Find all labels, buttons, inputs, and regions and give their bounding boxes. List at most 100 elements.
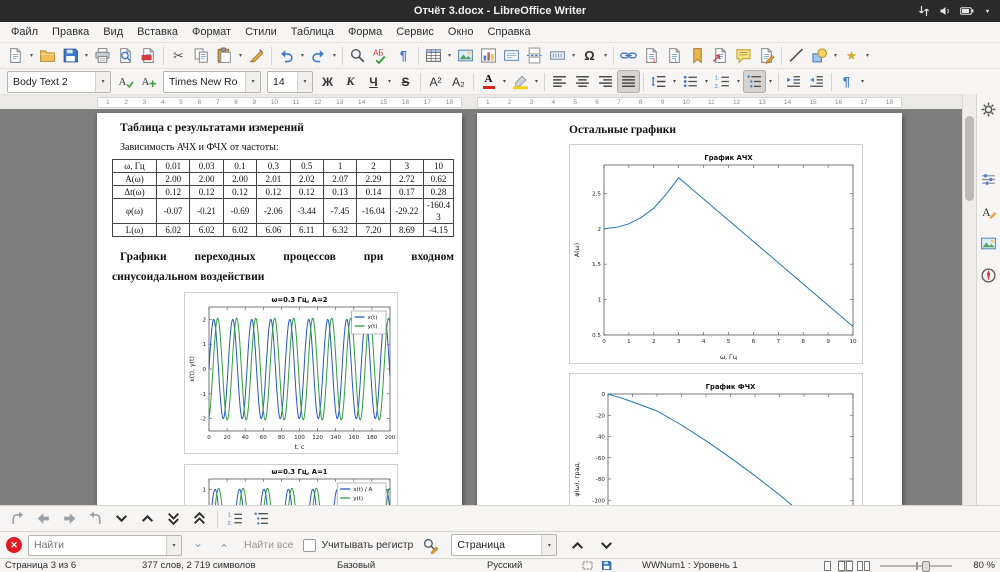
scrollbar-thumb[interactable] [965, 116, 974, 201]
highlight-color-button[interactable] [509, 70, 532, 93]
single-page-view-button[interactable] [820, 560, 835, 572]
cut-button[interactable]: ✂ [167, 44, 190, 67]
insert-field-button[interactable] [546, 44, 569, 67]
menu-item-7[interactable]: Таблица [284, 24, 341, 40]
table-cell[interactable]: -29.22 [390, 199, 423, 224]
chevron-down-icon[interactable] [983, 0, 992, 23]
table-cell[interactable]: -3.44 [290, 199, 323, 224]
styles-deck-icon[interactable] [979, 201, 999, 221]
footnote-button[interactable] [640, 44, 663, 67]
close-find-icon[interactable]: ✕ [6, 537, 22, 553]
page-down-icon[interactable] [162, 507, 185, 530]
formatting-marks-button[interactable]: ¶ [392, 44, 415, 67]
table-cell[interactable]: 2.01 [257, 173, 290, 186]
paragraph-style-dropdown-icon[interactable] [95, 72, 110, 92]
heading-graphs-line1[interactable]: Графики переходных процессов при входном [112, 247, 454, 267]
table-cell[interactable]: 0.13 [323, 186, 356, 199]
navigation-next-icon[interactable] [58, 507, 81, 530]
book-view-button[interactable] [856, 560, 871, 572]
highlight-dropdown-icon[interactable] [532, 70, 541, 93]
paste-dropdown-icon[interactable] [236, 44, 245, 67]
table-cell[interactable]: 2.00 [157, 173, 190, 186]
find-next-button[interactable] [188, 535, 208, 555]
battery-icon[interactable] [960, 6, 974, 16]
table-cell[interactable]: 0.1 [223, 160, 256, 173]
table-cell[interactable]: 0.62 [424, 173, 454, 186]
match-case-checkbox[interactable] [303, 539, 316, 552]
navigate-previous-page-icon[interactable] [566, 534, 589, 557]
search-history-dropdown-icon[interactable] [166, 536, 181, 555]
network-icon[interactable] [918, 5, 930, 17]
document-area[interactable]: Таблица с результатами измерений Зависим… [0, 109, 963, 505]
table-cell[interactable]: 0.12 [257, 186, 290, 199]
table-cell[interactable]: 1 [323, 160, 356, 173]
gallery-deck-icon[interactable] [979, 233, 999, 253]
font-size-select[interactable]: 14 [267, 71, 313, 93]
paragraph-style-select[interactable]: Body Text 2 [7, 71, 111, 93]
multi-page-view-button[interactable] [838, 560, 853, 572]
track-changes-button[interactable] [755, 44, 778, 67]
symbol-shapes-button[interactable]: ★ [840, 44, 863, 67]
paragraph-dialog-dropdown-icon[interactable] [858, 70, 867, 93]
navigate-by-dropdown-icon[interactable] [541, 535, 556, 555]
table-cell[interactable]: 2 [357, 160, 390, 173]
font-name-dropdown-icon[interactable] [245, 72, 260, 92]
table-cell[interactable]: 0.14 [357, 186, 390, 199]
new-document-dropdown-icon[interactable] [27, 44, 36, 67]
page-style-status[interactable]: Базовый [337, 560, 487, 571]
table-cell[interactable]: 2.00 [223, 173, 256, 186]
cross-reference-button[interactable] [709, 44, 732, 67]
insert-chart-button[interactable] [477, 44, 500, 67]
table-cell[interactable]: 6.02 [157, 224, 190, 237]
undo-button[interactable] [275, 44, 298, 67]
measurements-table[interactable]: ω, Гц0.010.030.10.30.512310А(ω)2.002.002… [112, 159, 454, 237]
line-spacing-button[interactable] [647, 70, 670, 93]
table-cell[interactable]: φ(ω) [113, 199, 157, 224]
page-up-icon[interactable] [188, 507, 211, 530]
page-count-status[interactable]: Страница 3 из 6 [5, 560, 142, 571]
align-left-button[interactable] [548, 70, 571, 93]
numbered-list-dropdown-icon[interactable] [734, 70, 743, 93]
menu-item-3[interactable]: Вид [96, 24, 130, 40]
symbol-shapes-dropdown-icon[interactable] [863, 44, 872, 67]
bullet-list-button[interactable] [679, 70, 702, 93]
comment-button[interactable] [732, 44, 755, 67]
insert-textbox-button[interactable] [500, 44, 523, 67]
paragraph-dependency[interactable]: Зависимость АЧХ и ФЧХ от частоты: [112, 141, 454, 154]
line-spacing-dropdown-icon[interactable] [670, 70, 679, 93]
align-center-button[interactable] [571, 70, 594, 93]
document-page-left[interactable]: Таблица с результатами измерений Зависим… [97, 113, 462, 505]
align-right-button[interactable] [594, 70, 617, 93]
bold-button[interactable]: Ж [316, 70, 339, 93]
find-replace-button[interactable] [346, 44, 369, 67]
subscript-button[interactable]: А₂ [447, 70, 470, 93]
menu-item-11[interactable]: Справка [480, 24, 537, 40]
underline-dropdown-icon[interactable] [385, 70, 394, 93]
zoom-slider-thumb[interactable] [922, 561, 930, 572]
table-cell[interactable]: 7.20 [357, 224, 390, 237]
heading-graphs-line2[interactable]: синусоидальном воздействии [112, 267, 454, 287]
save-dropdown-icon[interactable] [82, 44, 91, 67]
navigate-next-page-icon[interactable] [595, 534, 618, 557]
table-cell[interactable]: -2.06 [257, 199, 290, 224]
table-cell[interactable]: 0.01 [157, 160, 190, 173]
table-cell[interactable]: 2.29 [357, 173, 390, 186]
outline-list-dropdown-icon[interactable] [766, 70, 775, 93]
insert-table-button[interactable] [422, 44, 445, 67]
table-cell[interactable]: 0.5 [290, 160, 323, 173]
redo-dropdown-icon[interactable] [330, 44, 339, 67]
table-cell[interactable]: 6.02 [223, 224, 256, 237]
ruler-left-page[interactable]: 123456789101112131415161718 [97, 97, 462, 108]
navigate-by-select[interactable]: Страница [451, 534, 557, 556]
vertical-scrollbar[interactable] [962, 94, 976, 505]
table-cell[interactable]: 0.12 [190, 186, 223, 199]
table-cell[interactable]: А(ω) [113, 173, 157, 186]
new-document-button[interactable] [4, 44, 27, 67]
table-cell[interactable]: ω, Гц [113, 160, 157, 173]
export-pdf-button[interactable] [137, 44, 160, 67]
properties-deck-icon[interactable] [979, 169, 999, 189]
navigation-previous-icon[interactable] [32, 507, 55, 530]
chart-phase-response[interactable]: 0123456789100-20-40-60-80-100-120-140-16… [569, 373, 863, 505]
document-modified-icon[interactable] [601, 560, 612, 571]
table-cell[interactable]: -4.15 [424, 224, 454, 237]
